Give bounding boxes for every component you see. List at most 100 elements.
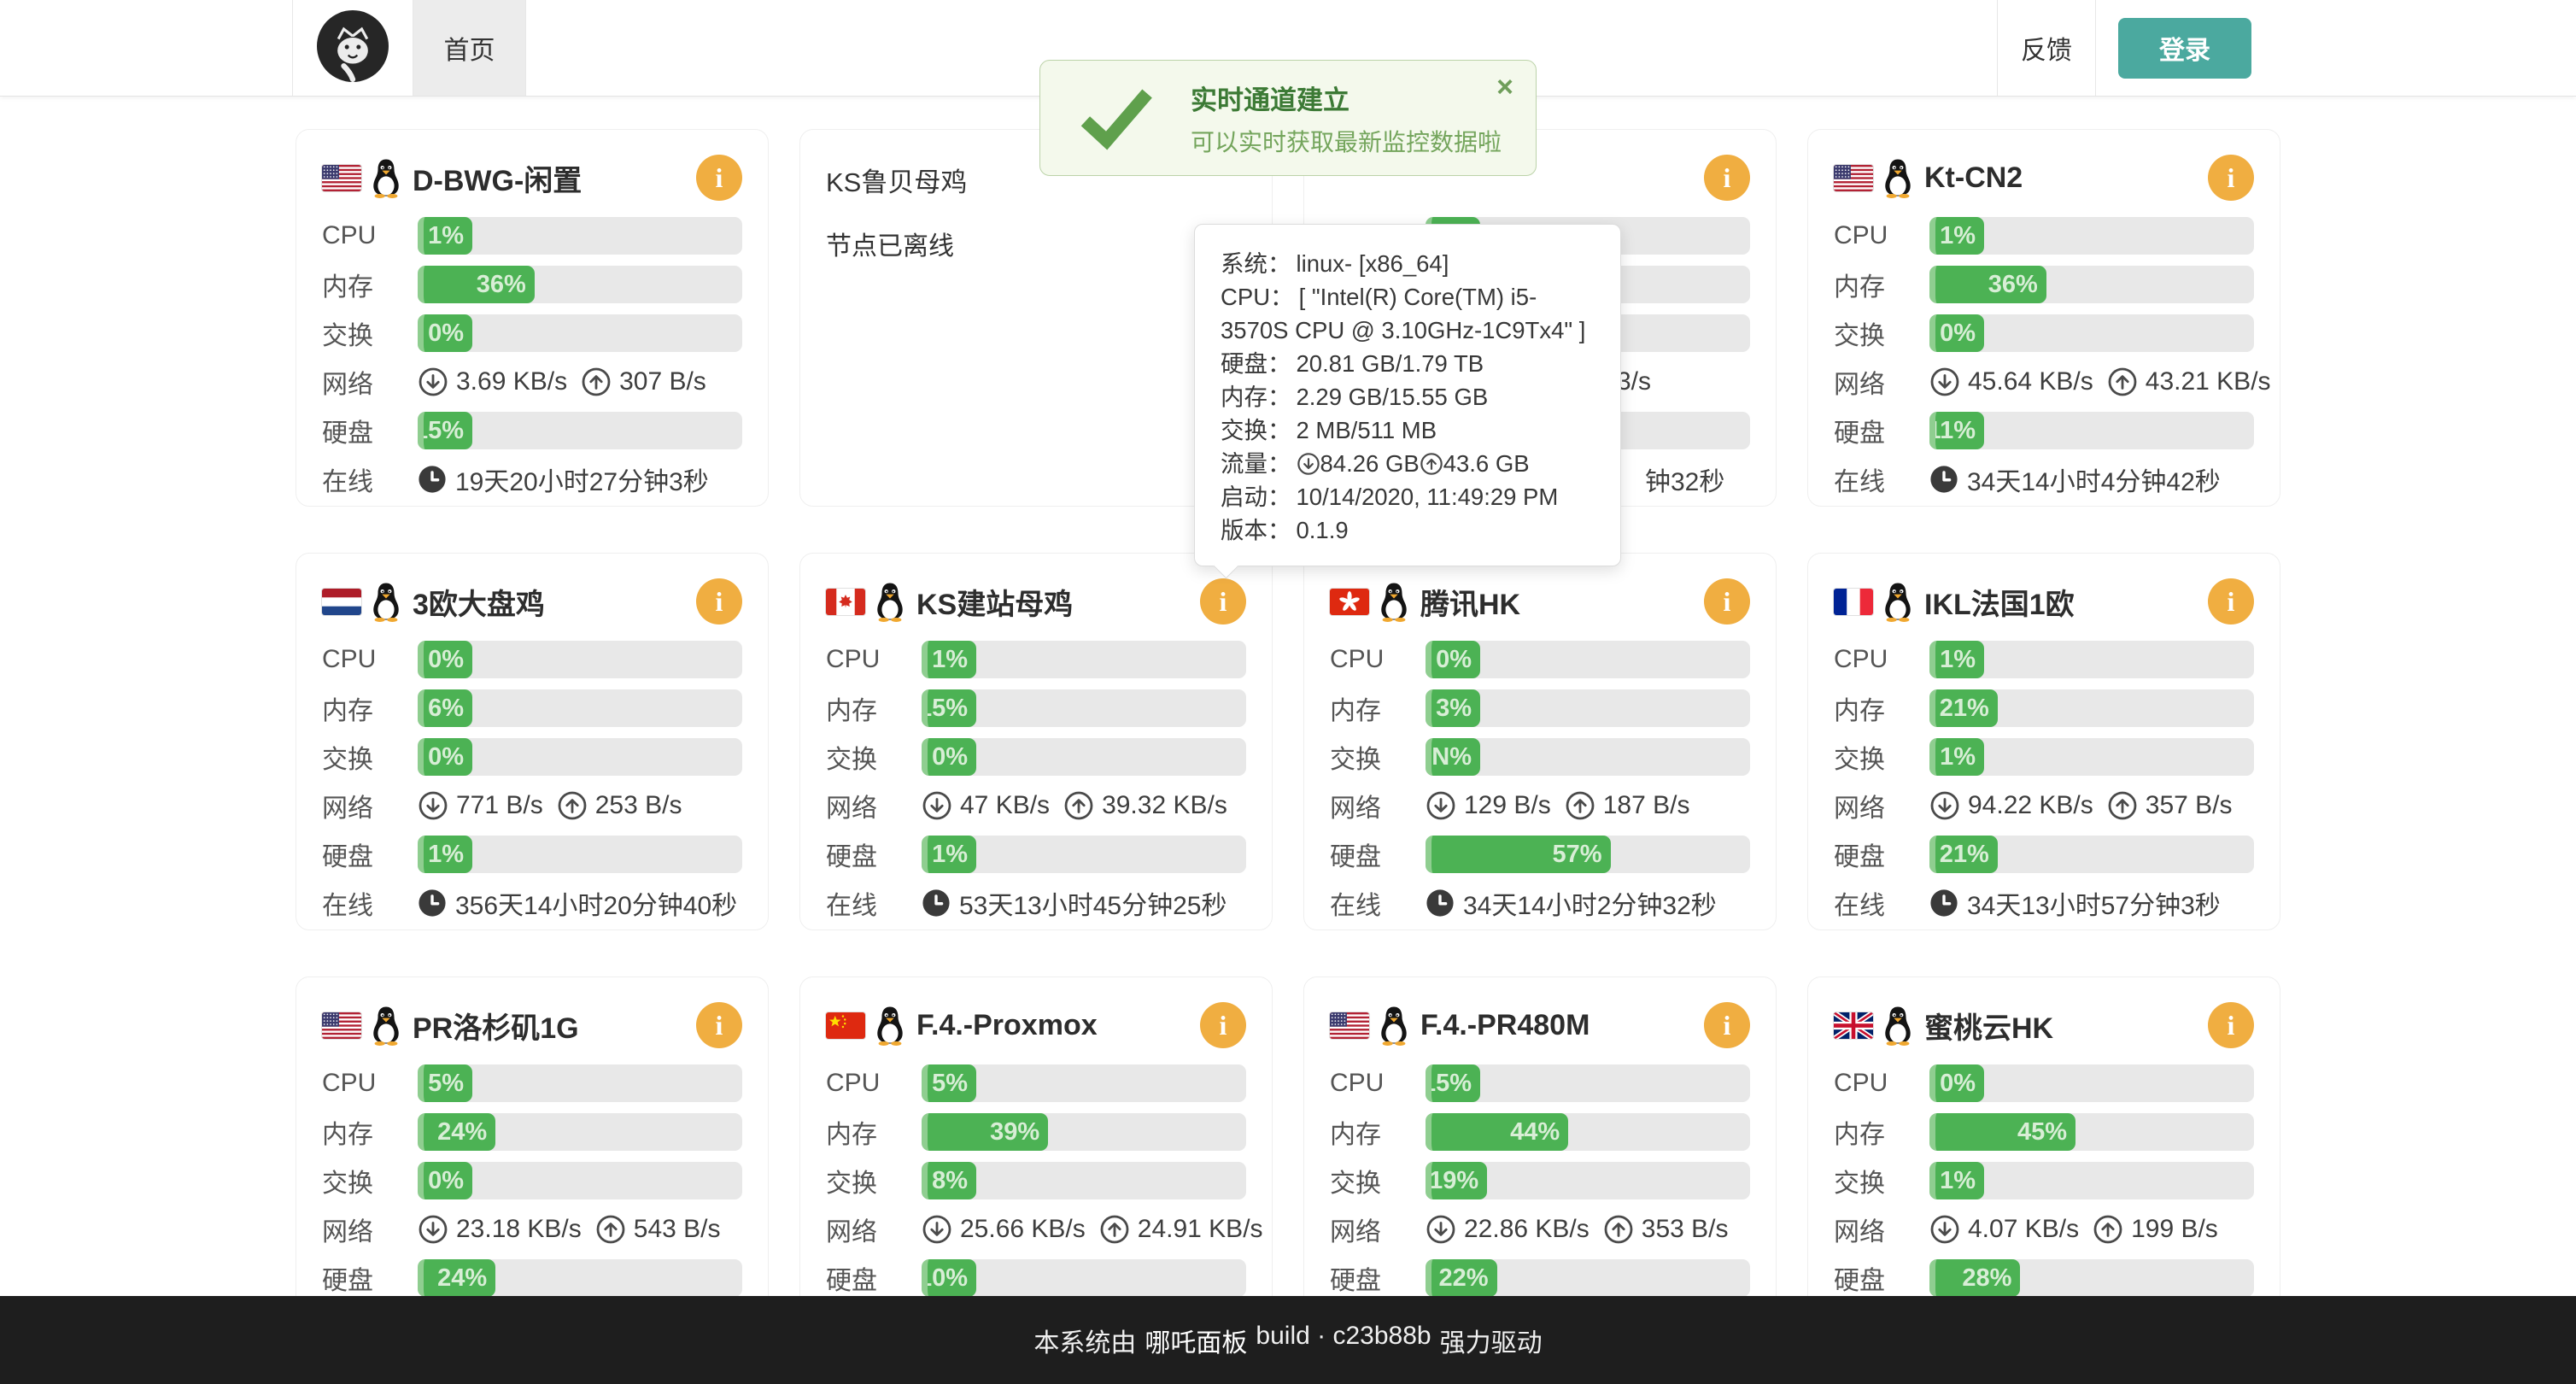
toast-message: 可以实时获取最新监控数据啦 [1191,124,1502,158]
cpu-label: CPU [1330,645,1426,674]
download-arrow-icon [922,790,952,821]
swap-progress-fill: 0% [418,1162,472,1199]
linux-penguin-icon [874,581,906,622]
footer-panel-link[interactable]: 哪吒面板 [1145,1322,1247,1359]
cpu-percent-value: 1% [1940,646,1976,674]
upload-speed: 357 B/s [2146,791,2233,820]
swap-progress-fill: 0% [922,738,976,776]
disk-progress-fill: 21% [1929,836,1998,873]
cpu-row: CPU1% [826,641,1246,678]
network-row: 网络3.69 KB/s307 B/s [322,363,742,401]
info-icon[interactable]: i [2208,1002,2254,1048]
network-row: 网络771 B/s253 B/s [322,787,742,824]
tooltip-row: 内存：2.29 GB/15.55 GB [1221,380,1598,413]
login-button[interactable]: 登录 [2118,18,2251,79]
swap-progress-fill: N% [1426,738,1480,776]
download-speed: 94.22 KB/s [1968,791,2093,820]
server-name: 腾讯HK [1420,581,1520,623]
swap-percent-value: 0% [428,320,464,348]
cpu-progress-fill: 5% [418,1064,472,1102]
uptime-label: 在线 [322,460,418,498]
cpu-label: CPU [1834,1069,1929,1098]
swap-label: 交换 [322,738,418,776]
memory-label: 内存 [826,689,922,727]
memory-label: 内存 [1834,266,1929,303]
site-logo[interactable] [292,0,413,96]
tooltip-row-label: 版本： [1221,517,1291,543]
uptime-row: 在线34天13小时57分钟3秒 [1834,884,2254,922]
info-icon[interactable]: i [1704,578,1750,625]
country-flag-icon [1330,1012,1369,1039]
disk-progress-bar: 28% [1929,1259,2254,1297]
uptime-value: 34天14小时2分钟32秒 [1463,884,1717,922]
footer-build-version: build · c23b88b [1256,1322,1431,1359]
upload-arrow-icon [2093,1214,2123,1245]
server-name: Kt-CN2 [1924,161,2023,195]
uptime-fragment: 钟32秒 [1645,460,1724,498]
memory-row: 内存45% [1834,1113,2254,1151]
info-icon[interactable]: i [1200,578,1246,625]
memory-row: 内存6% [322,689,742,727]
info-icon[interactable]: i [2208,155,2254,201]
footer-text-prefix: 本系统由 [1033,1322,1136,1359]
memory-percent-value: 3% [1436,695,1472,723]
info-icon[interactable]: i [1200,1002,1246,1048]
memory-percent-value: 36% [477,271,526,299]
swap-progress-bar: 1% [1929,738,2254,776]
tooltip-row-label: 硬盘： [1221,350,1291,377]
info-icon[interactable]: i [696,1002,742,1048]
memory-row: 内存15% [826,689,1246,727]
cpu-progress-bar: 0% [418,641,742,678]
swap-label: 交换 [322,1162,418,1199]
swap-row: 交换19% [1330,1162,1750,1199]
info-icon[interactable]: i [696,155,742,201]
memory-progress-fill: 6% [418,689,472,727]
cpu-label: CPU [1834,221,1929,250]
server-name: F.4.-PR480M [1420,1009,1590,1042]
disk-percent-value: 15% [418,417,464,445]
nav-item-feedback[interactable]: 反馈 [1997,0,2096,96]
info-icon[interactable]: i [696,578,742,625]
country-flag-icon [1834,589,1873,615]
clock-icon [1426,888,1455,918]
swap-progress-bar: 19% [1426,1162,1750,1199]
cpu-progress-fill: 0% [1929,1064,1984,1102]
disk-label: 硬盘 [826,836,922,873]
disk-percent-value: 22% [1439,1264,1489,1293]
memory-percent-value: 21% [1940,695,1989,723]
swap-row: 交换1% [1834,1162,2254,1199]
uptime-label: 在线 [1834,884,1929,922]
swap-percent-value: 8% [932,1167,968,1195]
disk-percent-value: 21% [1940,841,1989,869]
upload-arrow-icon [1063,790,1094,821]
upload-arrow-icon [595,1214,626,1245]
download-speed: 129 B/s [1464,791,1551,820]
upload-speed: 39.32 KB/s [1102,791,1227,820]
disk-label: 硬盘 [826,1259,922,1297]
disk-label: 硬盘 [1330,836,1426,873]
cpu-percent-value: 0% [428,646,464,674]
nav-item-home[interactable]: 首页 [413,0,526,96]
swap-progress-bar: 0% [1929,314,2254,352]
memory-progress-bar: 36% [1929,266,2254,303]
network-label: 网络 [1834,787,1929,824]
memory-label: 内存 [1330,689,1426,727]
download-arrow-icon [1426,790,1456,821]
info-icon[interactable]: i [2208,578,2254,625]
card-title-row: KS建站母鸡i [826,574,1246,629]
info-icon[interactable]: i [1704,1002,1750,1048]
swap-row: 交换N% [1330,738,1750,776]
country-flag-icon [826,589,865,615]
swap-row: 交换0% [322,314,742,352]
info-icon[interactable]: i [1704,155,1750,201]
memory-progress-bar: 6% [418,689,742,727]
card-title-row: D-BWG-闲置i [322,150,742,205]
close-icon[interactable]: × [1496,73,1513,102]
network-row: 网络23.18 KB/s543 B/s [322,1211,742,1248]
memory-progress-fill: 21% [1929,689,1998,727]
cpu-label: CPU [826,645,922,674]
disk-progress-bar: 10% [922,1259,1246,1297]
disk-progress-fill: 11% [1929,412,1984,449]
server-card: D-BWG-闲置iCPU1%内存36%交换0%网络3.69 KB/s307 B/… [296,129,769,507]
swap-percent-value: 0% [932,743,968,771]
